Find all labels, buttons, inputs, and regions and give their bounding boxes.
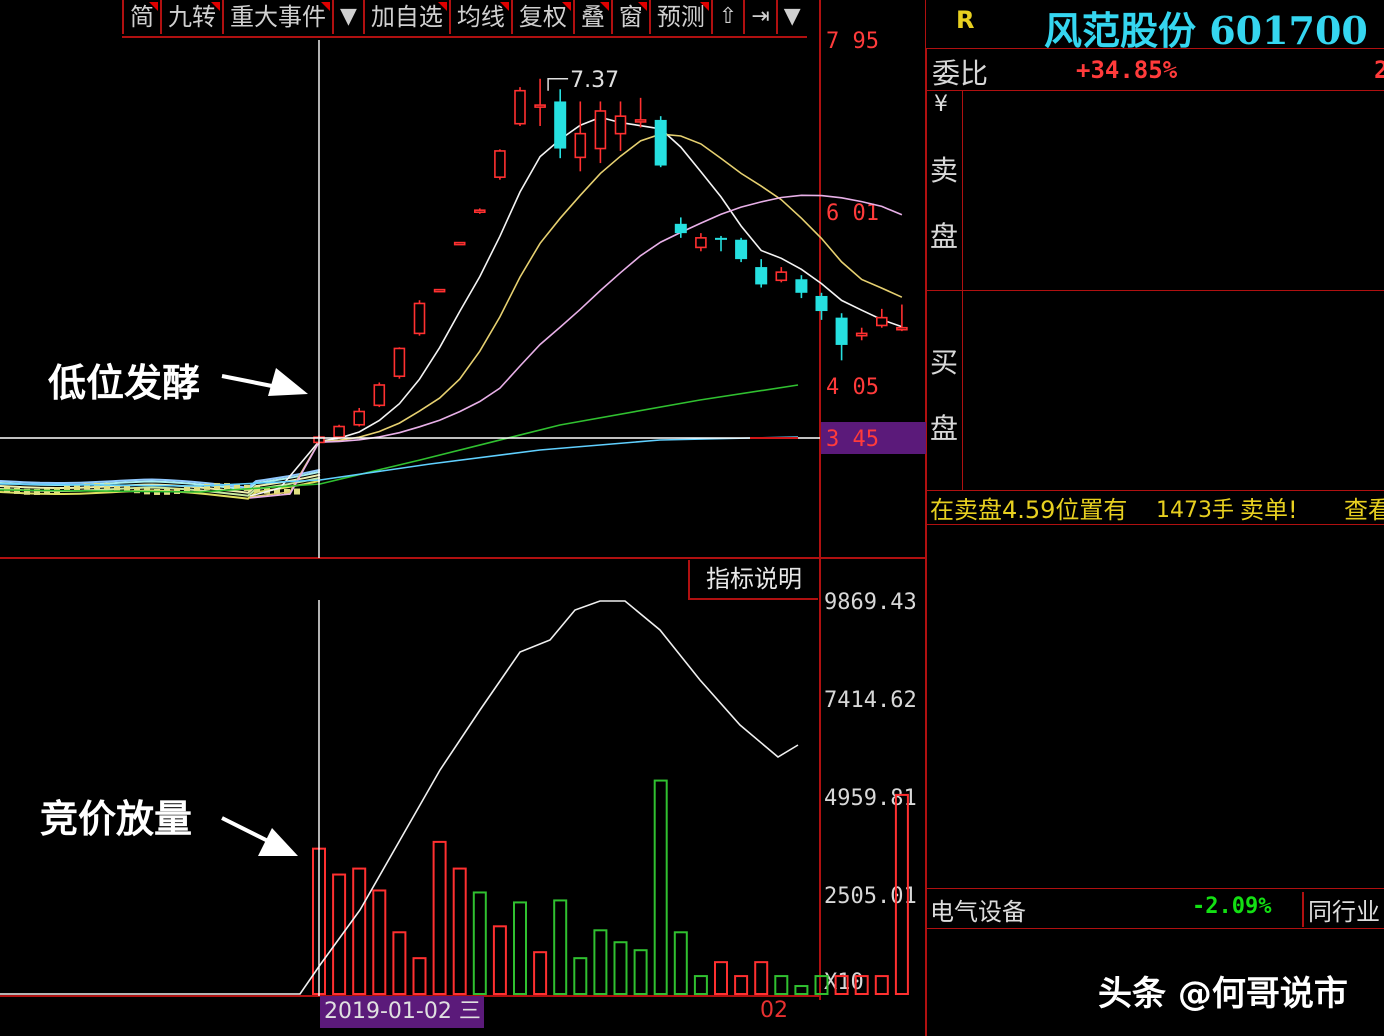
- candle: [614, 101, 627, 151]
- ma10-line: [249, 133, 903, 498]
- volume-bar: [633, 949, 648, 995]
- price-tick-label: 7 95: [826, 29, 879, 54]
- r-mark: R: [956, 6, 975, 34]
- currency-icon: ¥: [934, 92, 948, 117]
- volume-tick-label: 4959.81: [824, 786, 917, 811]
- candle: [353, 407, 366, 427]
- candle: [896, 304, 908, 332]
- early-candle: [294, 488, 300, 495]
- volume-bar: [412, 957, 427, 995]
- candle: [554, 89, 567, 159]
- sector-name: 电气设备: [930, 898, 1026, 926]
- volume-bar: [693, 975, 708, 996]
- volume-bar: [492, 925, 507, 995]
- volume-tick-label: 7414.62: [824, 688, 917, 713]
- volume-bar: [754, 961, 769, 995]
- candle: [413, 300, 426, 336]
- candle: [594, 101, 607, 164]
- volume-tick-label: X10: [824, 970, 864, 995]
- ma20-line: [249, 194, 903, 499]
- volume-bar: [593, 929, 608, 995]
- notice-tail: 卖单!: [1240, 496, 1298, 524]
- candle: [815, 292, 828, 320]
- ratio-value: +34.85%: [1076, 56, 1178, 84]
- price-tick-label: 3 45: [826, 427, 879, 452]
- candle: [775, 267, 788, 283]
- volume-tick-label: 2505.01: [824, 884, 917, 909]
- candle: [534, 78, 546, 126]
- peak-marker: [547, 78, 569, 91]
- candle: [373, 382, 386, 408]
- volume-bar: [513, 901, 527, 996]
- volume-bar: [734, 975, 749, 996]
- volume-bar: [452, 867, 467, 995]
- tab-same-industry[interactable]: 同行业: [1302, 892, 1380, 927]
- candle: [634, 97, 647, 128]
- early-candle: [44, 488, 50, 495]
- candle: [473, 208, 486, 214]
- notice-view-link[interactable]: 查看: [1344, 490, 1384, 525]
- candle: [453, 241, 466, 246]
- buy-label: 买盘: [930, 346, 959, 445]
- sector-change: -2.09%: [1192, 894, 1272, 919]
- kline-chart: 7 95 6 01 4 05 3 45 9869.43 7414.62 4959.81 250…: [0, 0, 926, 1036]
- notice-qty: 1473手: [1156, 498, 1234, 523]
- annotation-low-ferment: 低位发酵: [48, 361, 201, 405]
- volume-bar: [774, 975, 789, 996]
- volume-bar: [573, 957, 588, 995]
- price-tick-label: 4 05: [826, 375, 879, 400]
- ratio-tail: 2: [1374, 56, 1384, 84]
- date-cursor-label: 2019-01-02 三: [320, 996, 484, 1028]
- volume-bar: [613, 941, 628, 995]
- volume-bar: [653, 779, 668, 995]
- volume-bar: [533, 951, 548, 996]
- volume-bar: [432, 840, 447, 995]
- x-end-label: 02: [760, 998, 788, 1023]
- candle: [574, 101, 587, 172]
- early-candle: [214, 483, 220, 490]
- early-candle: [134, 487, 140, 494]
- stock-title: 风范股份 601700: [1044, 8, 1368, 53]
- candle: [715, 235, 727, 252]
- volume-bar: [352, 867, 367, 995]
- candle: [333, 424, 345, 439]
- candle: [875, 308, 888, 328]
- indicator-help-button[interactable]: 指标说明: [688, 560, 818, 600]
- volume-bar: [392, 931, 407, 996]
- price-tick-label: 6 01: [826, 201, 879, 226]
- candle: [835, 313, 848, 361]
- candle: [735, 237, 748, 263]
- volume-bar: [874, 975, 889, 996]
- candle: [433, 288, 446, 293]
- volume-bar: [472, 891, 487, 995]
- volume-bar: [794, 985, 809, 995]
- volume-tick-label: 9869.43: [824, 590, 917, 615]
- volume-bar: [714, 961, 728, 995]
- candle: [795, 275, 808, 299]
- ma120-line: [0, 436, 799, 487]
- candle: [695, 233, 707, 252]
- volume-bar: [673, 931, 688, 996]
- ratio-label: 委比: [932, 57, 989, 90]
- notice-text: 在卖盘4.59位置有: [930, 496, 1128, 524]
- peak-label: 7.37: [570, 68, 619, 93]
- sell-label: 卖盘: [930, 154, 959, 253]
- annotation-auction-volume: 竞价放量: [40, 797, 193, 841]
- candle: [654, 116, 667, 168]
- volume-bar: [372, 889, 387, 996]
- candle: [494, 149, 506, 180]
- candle: [855, 327, 868, 341]
- volume-bar: [553, 899, 568, 995]
- quote-panel: R 风范股份 601700 委比 +34.85% 2 ¥ 卖盘 买盘 在卖盘4.…: [926, 0, 1384, 1036]
- candle: [514, 87, 526, 126]
- candle: [393, 347, 406, 379]
- early-candle: [94, 483, 100, 490]
- candle: [755, 259, 768, 288]
